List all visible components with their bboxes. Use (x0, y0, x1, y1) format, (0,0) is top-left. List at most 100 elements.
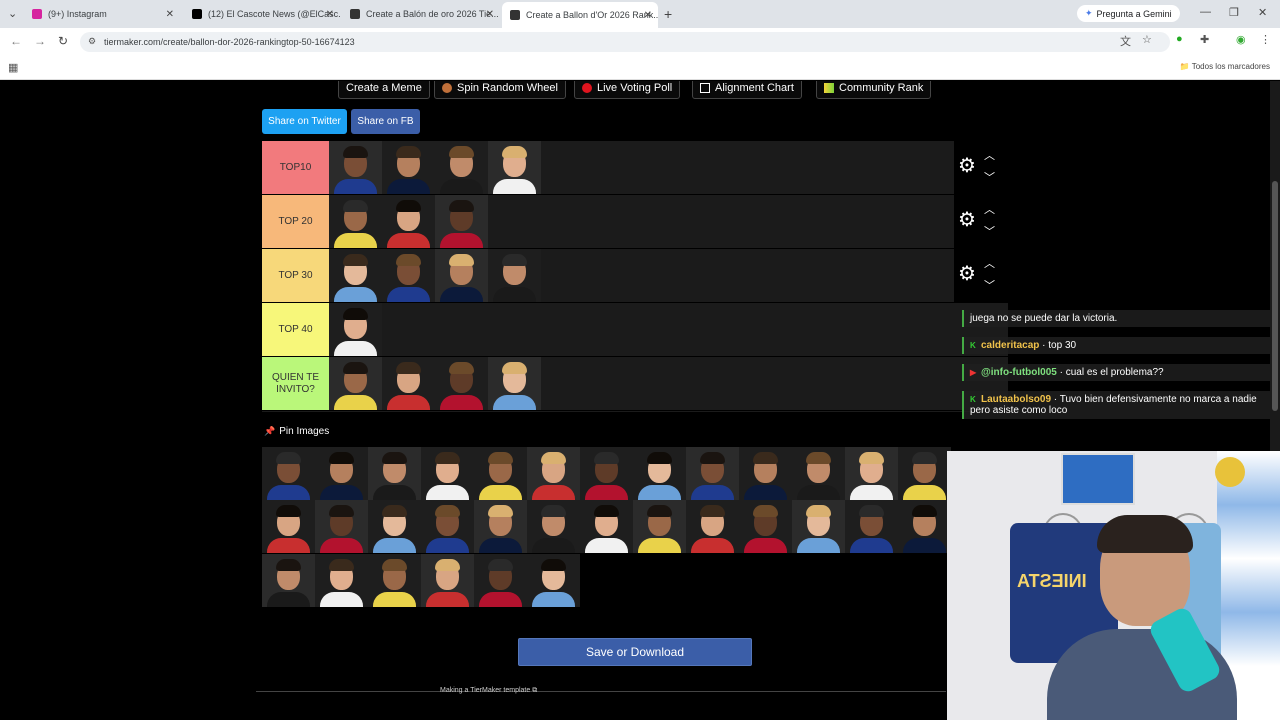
tab-tiermaker-1[interactable]: Create a Balón de oro 2026 Tie... ✕ (342, 4, 500, 24)
tier-label[interactable]: TOP 20 (262, 195, 329, 248)
player-card[interactable] (382, 141, 435, 194)
player-card[interactable] (898, 447, 951, 500)
tier-label[interactable]: TOP 40 (262, 303, 329, 356)
player-card[interactable] (739, 500, 792, 554)
player-card[interactable] (368, 447, 421, 500)
player-card[interactable] (686, 500, 739, 554)
player-card[interactable] (580, 500, 633, 554)
new-tab-button[interactable]: + (664, 6, 672, 22)
close-icon[interactable]: ✕ (326, 9, 334, 20)
player-card[interactable] (382, 195, 435, 248)
player-card[interactable] (315, 447, 368, 500)
player-card[interactable] (686, 447, 739, 500)
player-card[interactable] (474, 447, 527, 500)
player-card[interactable] (315, 553, 368, 607)
star-icon[interactable]: ☆ (1142, 33, 1152, 46)
player-card[interactable] (329, 249, 382, 302)
gear-icon[interactable]: ⚙ (958, 210, 976, 230)
player-card[interactable] (792, 447, 845, 500)
tab-x-cascote[interactable]: (12) El Cascote News (@ElCasc... ✕ (184, 4, 340, 24)
player-card[interactable] (898, 500, 951, 554)
tier-label[interactable]: TOP 30 (262, 249, 329, 302)
player-card[interactable] (527, 447, 580, 500)
close-window-button[interactable]: ✕ (1258, 6, 1267, 19)
player-card[interactable] (488, 357, 541, 410)
profile-avatar[interactable]: ◉ (1236, 33, 1246, 46)
all-bookmarks-link[interactable]: 📁 Todos los marcadores (1180, 62, 1270, 71)
close-icon[interactable]: ✕ (644, 10, 652, 21)
save-download-button[interactable]: Save or Download (518, 638, 752, 666)
player-card[interactable] (845, 447, 898, 500)
create-meme-button[interactable]: Create a Meme (338, 81, 430, 99)
share-twitter-button[interactable]: Share on Twitter (262, 109, 347, 134)
menu-kebab-icon[interactable]: ⋮ (1260, 33, 1271, 46)
live-poll-button[interactable]: Live Voting Poll (574, 81, 681, 99)
player-card[interactable] (580, 447, 633, 500)
player-card[interactable] (262, 553, 315, 607)
player-card[interactable] (262, 500, 315, 554)
player-card[interactable] (262, 447, 315, 500)
player-card[interactable] (368, 500, 421, 554)
address-bar[interactable]: ⚙ tiermaker.com/create/ballon-dor-2026-r… (80, 32, 1170, 52)
chevron-up-icon[interactable]: ︿ (984, 147, 995, 163)
footer-text[interactable]: Making a TierMaker template ⧉ (440, 687, 537, 695)
player-card[interactable] (382, 357, 435, 410)
chevron-down-icon[interactable]: ﹀ (984, 223, 995, 239)
tier-label[interactable]: TOP10 (262, 141, 329, 194)
gemini-button[interactable]: ✦ Pregunta a Gemini (1077, 5, 1180, 22)
extension-green-icon[interactable]: ● (1176, 33, 1183, 45)
player-card[interactable] (633, 447, 686, 500)
minimize-button[interactable]: — (1200, 6, 1211, 18)
player-card[interactable] (527, 500, 580, 554)
player-card[interactable] (368, 553, 421, 607)
site-info-icon[interactable]: ⚙ (88, 36, 96, 47)
player-card[interactable] (315, 500, 368, 554)
player-card[interactable] (329, 195, 382, 248)
maximize-button[interactable]: ❐ (1229, 6, 1239, 19)
player-card[interactable] (329, 303, 382, 356)
back-button[interactable]: ← (10, 34, 22, 48)
alignment-chart-button[interactable]: Alignment Chart (692, 81, 802, 99)
chevron-up-icon[interactable]: ︿ (984, 201, 995, 217)
chevron-up-icon[interactable]: ︿ (984, 255, 995, 271)
player-card[interactable] (845, 500, 898, 554)
tab-instagram[interactable]: (9+) Instagram ✕ (24, 4, 180, 24)
pin-images-toggle[interactable]: 📌 Pin Images (264, 426, 329, 437)
player-card[interactable] (421, 447, 474, 500)
extensions-icon[interactable]: ✚ (1200, 33, 1209, 46)
player-card[interactable] (329, 357, 382, 410)
player-card[interactable] (435, 357, 488, 410)
player-card[interactable] (792, 500, 845, 554)
tier-label[interactable]: QUIEN TE INVITO? (262, 357, 329, 410)
player-card[interactable] (488, 141, 541, 194)
player-card[interactable] (435, 195, 488, 248)
spin-wheel-button[interactable]: Spin Random Wheel (434, 81, 566, 99)
chevron-down-icon[interactable]: ﹀ (984, 277, 995, 293)
close-icon[interactable]: ✕ (486, 9, 494, 20)
chevron-down-icon[interactable]: ﹀ (984, 169, 995, 185)
player-card[interactable] (633, 500, 686, 554)
player-card[interactable] (435, 141, 488, 194)
player-card[interactable] (474, 500, 527, 554)
player-card[interactable] (435, 249, 488, 302)
share-fb-button[interactable]: Share on FB (351, 109, 420, 134)
scrollbar-thumb[interactable] (1272, 181, 1278, 411)
community-rank-button[interactable]: Community Rank (816, 81, 932, 99)
player-card[interactable] (421, 553, 474, 607)
reload-button[interactable]: ↻ (58, 34, 68, 48)
gear-icon[interactable]: ⚙ (958, 264, 976, 284)
player-card[interactable] (329, 141, 382, 194)
gear-icon[interactable]: ⚙ (958, 156, 976, 176)
tab-tiermaker-active[interactable]: Create a Ballon d'Or 2026 Rank... ✕ (502, 2, 658, 28)
translate-icon[interactable]: 文 (1120, 33, 1131, 49)
player-card[interactable] (474, 553, 527, 607)
apps-grid-icon[interactable]: ▦ (8, 61, 18, 74)
player-card[interactable] (488, 249, 541, 302)
player-card[interactable] (739, 447, 792, 500)
player-card[interactable] (421, 500, 474, 554)
close-icon[interactable]: ✕ (166, 9, 174, 20)
player-card[interactable] (382, 249, 435, 302)
tab-search-icon[interactable]: ⌄ (8, 7, 17, 20)
forward-button[interactable]: → (34, 34, 46, 48)
player-card[interactable] (527, 553, 580, 607)
